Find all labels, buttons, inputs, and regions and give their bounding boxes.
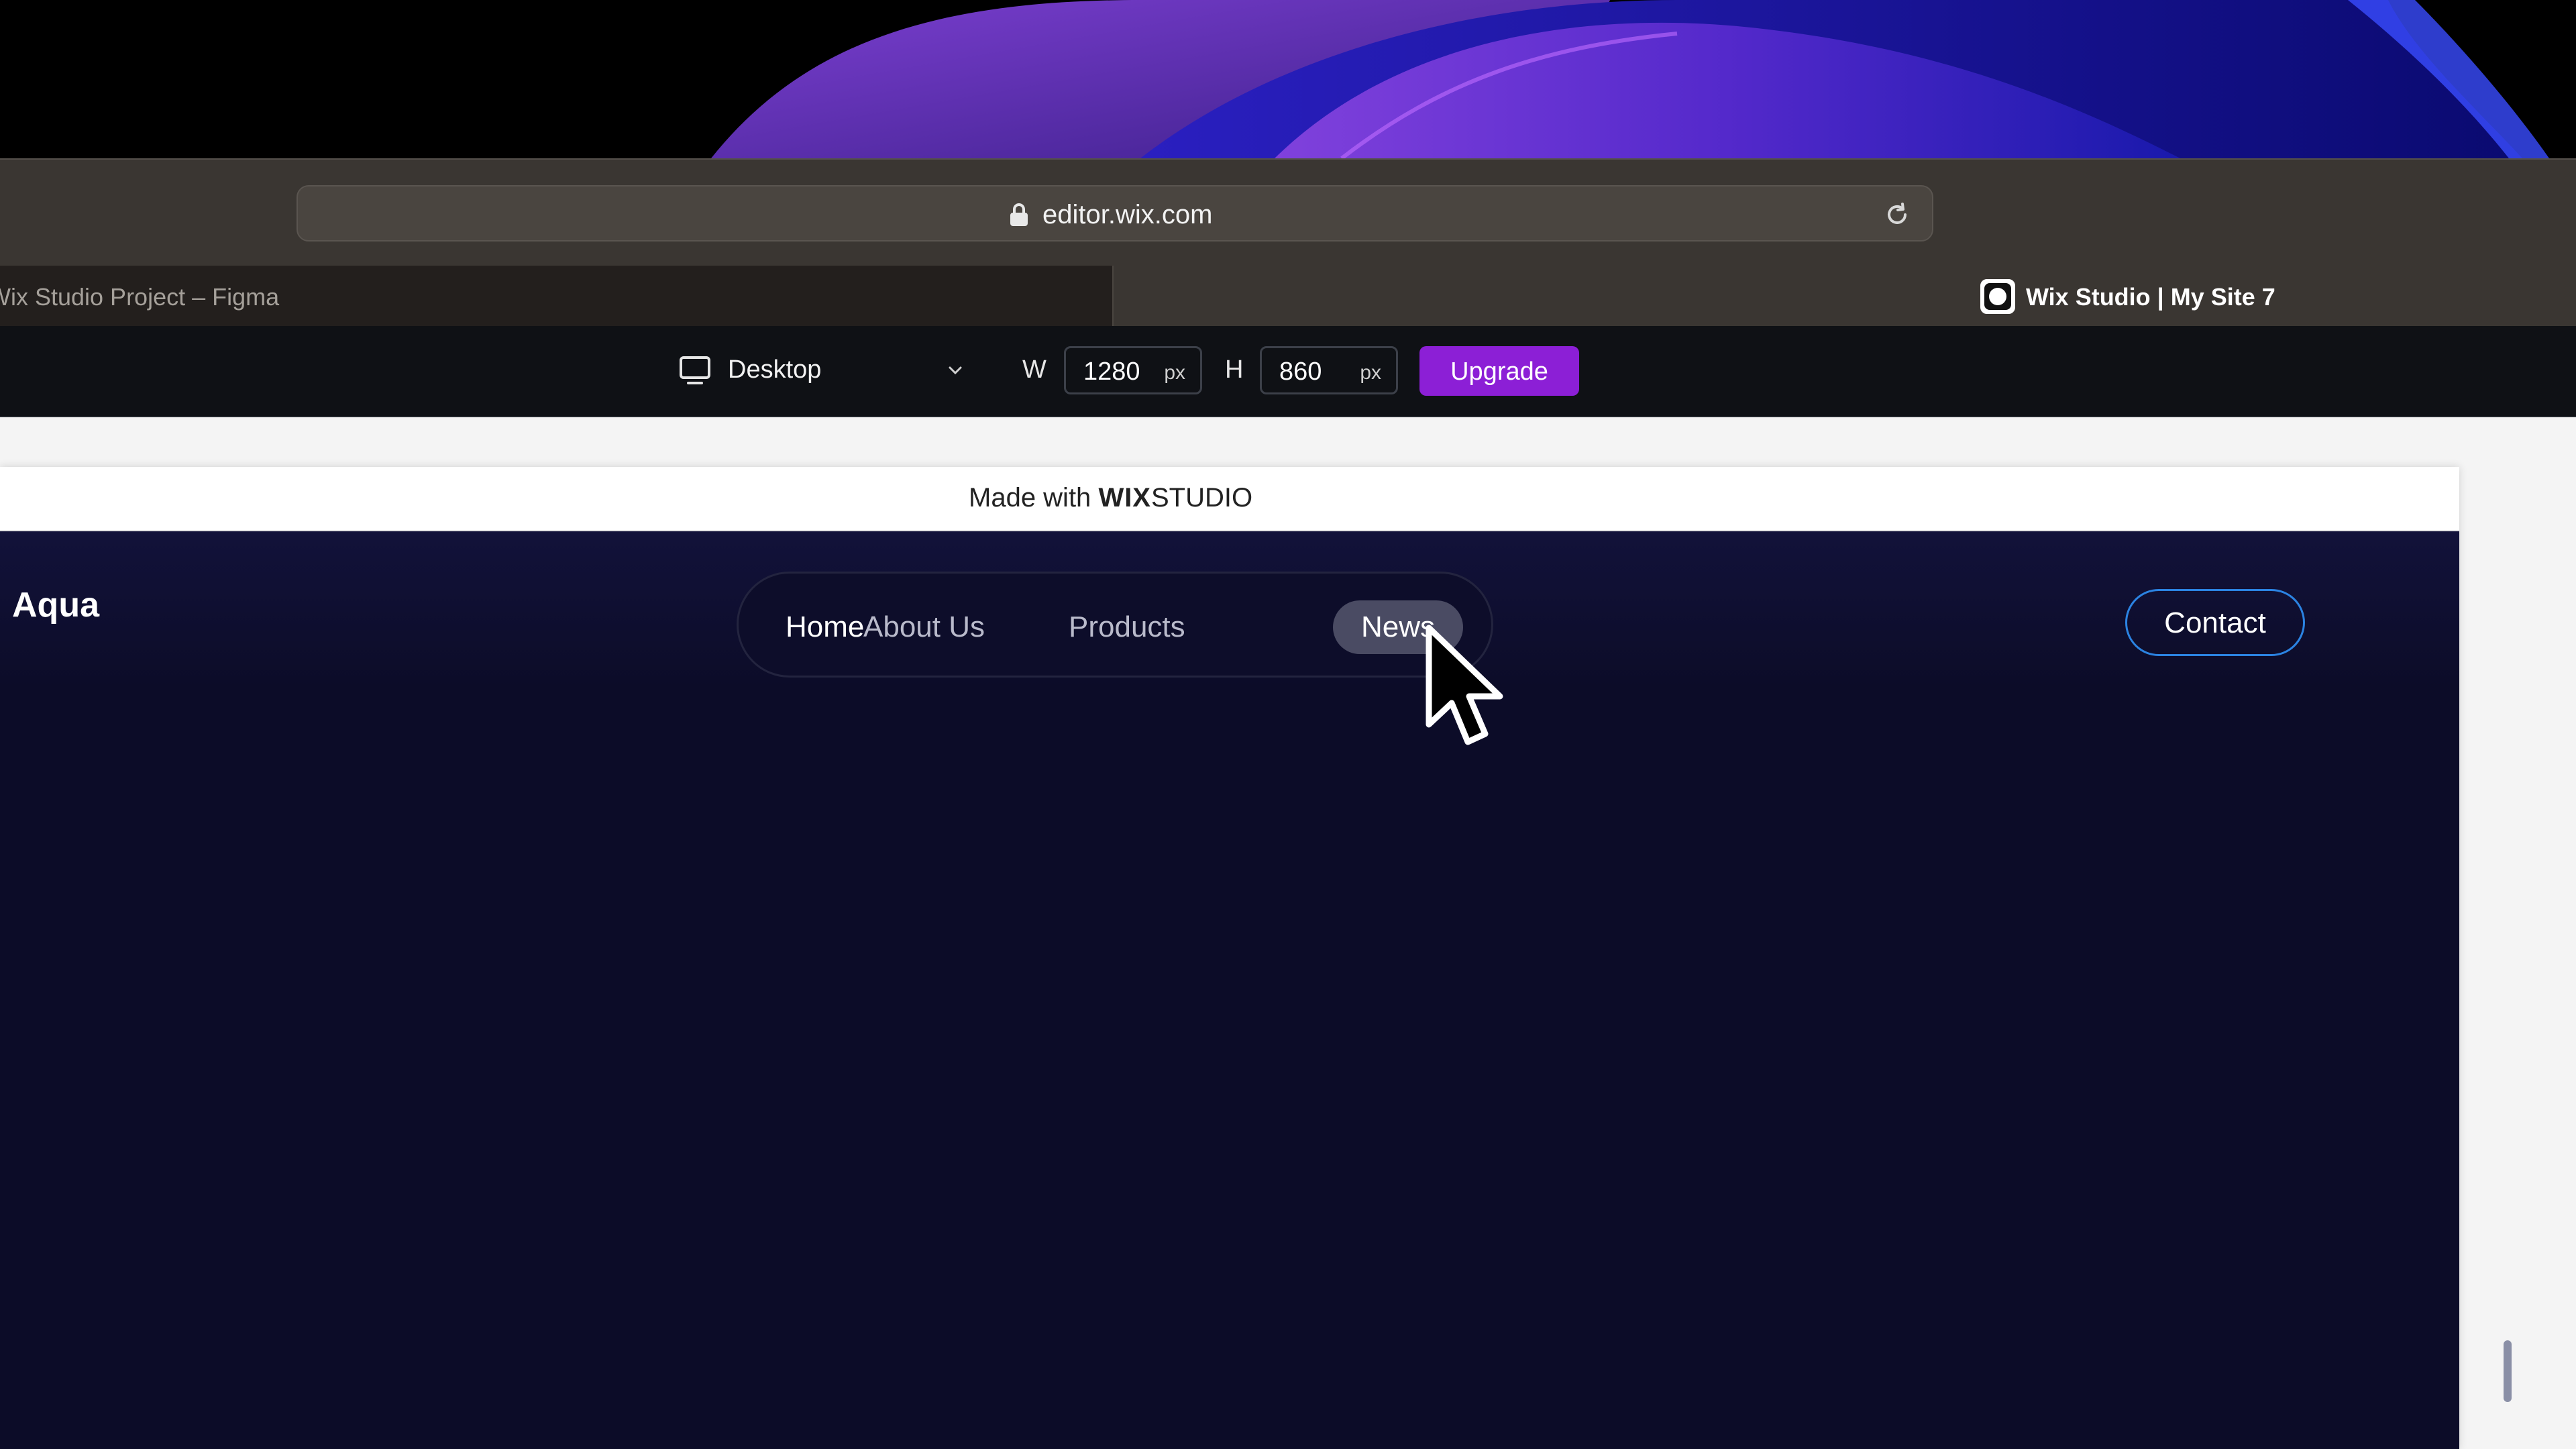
height-input[interactable]: 860 px	[1260, 346, 1398, 394]
width-input[interactable]: 1280 px	[1064, 346, 1202, 394]
site-body	[0, 688, 2459, 1449]
desktop-wallpaper	[0, 0, 2576, 158]
canvas-scrollbar[interactable]	[2504, 1340, 2512, 1402]
mouse-pointer-icon	[1426, 625, 1503, 745]
width-unit: px	[1164, 362, 1185, 384]
width-value: 1280	[1083, 358, 1140, 386]
nav-item-products[interactable]: Products	[1040, 600, 1214, 654]
made-with-prefix: Made with	[969, 483, 1091, 513]
reload-icon[interactable]	[1882, 200, 1912, 229]
tab-title: Wix Studio | My Site 7	[2026, 283, 2275, 311]
width-label: W	[1022, 356, 1046, 384]
address-bar[interactable]: editor.wix.com	[297, 185, 1933, 241]
contact-button[interactable]: Contact	[2125, 589, 2305, 656]
chevron-down-icon[interactable]	[947, 365, 963, 376]
site-logo[interactable]: Aqua	[12, 585, 99, 625]
desktop-monitor-icon[interactable]	[679, 356, 711, 385]
tab-figma[interactable]: Wix Studio Project – Figma	[0, 266, 1114, 326]
height-unit: px	[1360, 362, 1381, 384]
wix-favicon-icon	[1980, 279, 2015, 314]
wix-brand-light: STUDIO	[1150, 483, 1253, 513]
browser-toolbar: editor.wix.com	[0, 158, 2576, 266]
device-selector[interactable]: Desktop	[728, 356, 821, 384]
tab-strip: Wix Studio Project – Figma Wix Studio | …	[0, 266, 2576, 326]
site-preview: Made with WIXSTUDIO Aqua Home About Us P…	[0, 467, 2459, 1449]
lock-icon	[1010, 203, 1028, 226]
url-text: editor.wix.com	[1042, 200, 1213, 229]
editor-canvas: Made with WIXSTUDIO Aqua Home About Us P…	[0, 417, 2576, 1449]
editor-top-bar: Desktop W 1280 px H 860 px Upgrade	[0, 326, 2576, 417]
site-header: Aqua Home About Us Products News Contact	[0, 531, 2459, 688]
site-nav: Home About Us Products News	[737, 572, 1493, 678]
upgrade-button[interactable]: Upgrade	[1419, 346, 1579, 396]
height-label: H	[1225, 356, 1244, 384]
tab-title: Wix Studio Project – Figma	[0, 283, 280, 311]
made-with-banner[interactable]: Made with WIXSTUDIO	[0, 467, 2459, 531]
nav-item-about-us[interactable]: About Us	[835, 600, 1013, 654]
wix-brand-bold: WIX	[1098, 483, 1151, 513]
height-value: 860	[1279, 358, 1322, 386]
